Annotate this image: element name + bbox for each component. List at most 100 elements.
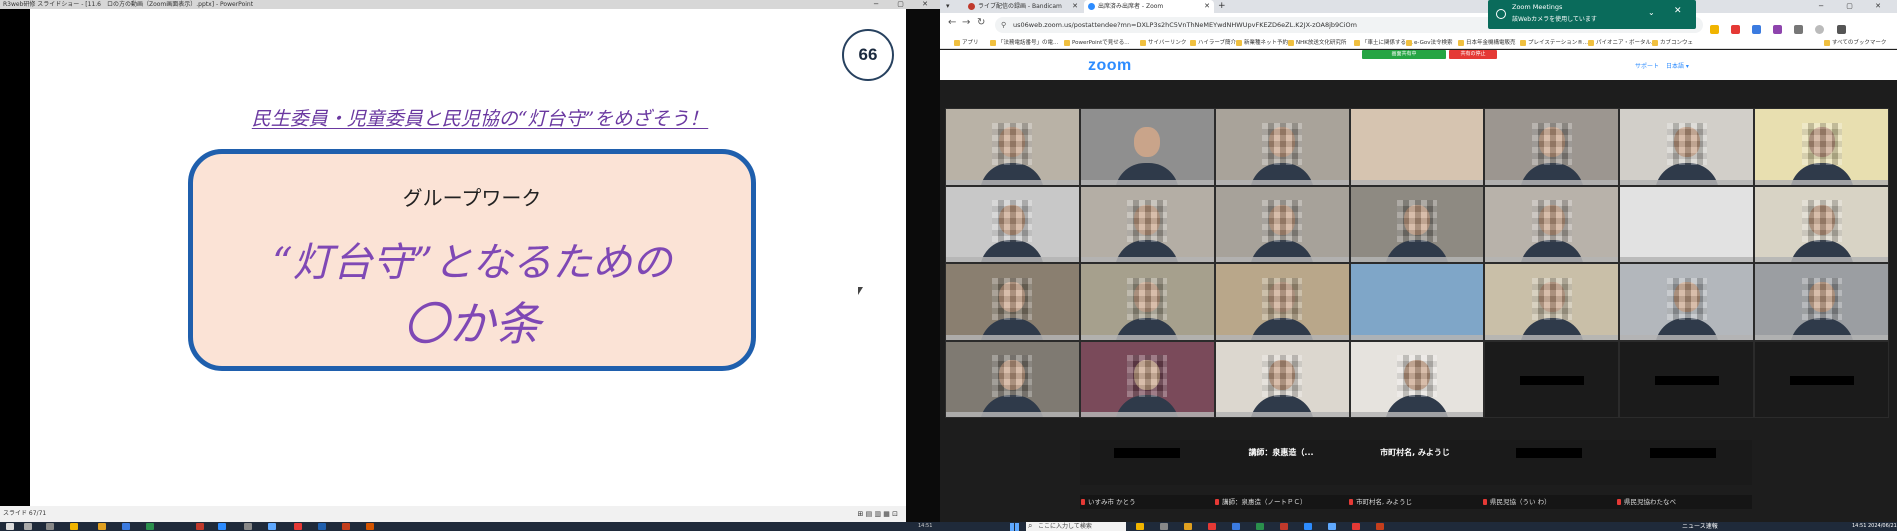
zoom-notification-toast[interactable]: Zoom Meetings 該Webカメラを使用しています ⌄ ✕ <box>1488 0 1696 29</box>
site-info-icon[interactable]: ⚲ <box>1001 17 1006 33</box>
language-select[interactable]: 日本語 ▾ <box>1666 61 1689 70</box>
video-tile[interactable] <box>946 186 1079 262</box>
name-slot[interactable]: 講師：泉惠造（... <box>1214 440 1348 485</box>
task-view-icon[interactable] <box>46 523 54 530</box>
powerpoint-icon[interactable] <box>342 523 350 530</box>
video-tile[interactable] <box>1620 186 1754 262</box>
video-tile[interactable] <box>1755 109 1888 185</box>
app-icon[interactable] <box>268 523 276 530</box>
edge-icon[interactable] <box>122 523 130 530</box>
video-tile[interactable] <box>1080 341 1214 417</box>
new-tab-button[interactable]: + <box>1218 0 1226 13</box>
video-tile[interactable] <box>1350 264 1484 340</box>
bookmark-item[interactable]: ハイラーブ簡介 <box>1190 37 1236 49</box>
video-tile[interactable] <box>1755 264 1888 340</box>
video-tile[interactable] <box>946 341 1079 417</box>
video-tile[interactable] <box>1755 341 1888 417</box>
extensions-puzzle-icon[interactable] <box>1794 25 1804 34</box>
close-tab-icon[interactable]: ✕ <box>1072 0 1078 13</box>
zoom-icon[interactable] <box>1304 523 1312 530</box>
windows-start-icon[interactable] <box>1010 522 1019 531</box>
video-tile[interactable] <box>946 109 1079 185</box>
bookmark-item[interactable]: 日本年金機構電販売 <box>1458 37 1516 49</box>
news-widget[interactable]: ニュース速報 <box>1682 522 1718 531</box>
file-explorer-icon[interactable] <box>1184 523 1192 530</box>
bookmark-item[interactable]: e-Gov法令検索 <box>1406 37 1452 49</box>
bookmark-item[interactable]: 新業種ネット予約 <box>1236 37 1288 49</box>
bookmark-item[interactable]: すべてのブックマーク <box>1824 37 1886 49</box>
chrome-icon[interactable] <box>1352 523 1360 530</box>
close-tab-icon[interactable]: ✕ <box>1204 0 1210 13</box>
menu-kebab-icon[interactable] <box>1836 25 1846 34</box>
video-tile[interactable] <box>1215 341 1349 417</box>
extension-red-icon[interactable] <box>1731 25 1741 34</box>
bookmark-item[interactable]: NHK放送文化研究所 <box>1288 37 1346 49</box>
bookmark-item[interactable]: PowerPointで見せる... <box>1064 37 1130 49</box>
video-tile[interactable] <box>1215 264 1349 340</box>
bookmark-item[interactable]: 「車土に関係する ... <box>1354 37 1413 49</box>
back-arrow-icon[interactable]: ← <box>948 17 956 28</box>
window-controls-icon[interactable]: − ▢ ✕ <box>1818 0 1891 13</box>
system-clock[interactable]: 14:51 2024/06/21 <box>1852 522 1897 531</box>
video-tile[interactable] <box>946 264 1079 340</box>
bookmark-item[interactable]: カブコンウェ <box>1652 37 1693 49</box>
window-controls-icon[interactable]: − ▢ ✕ <box>873 0 936 9</box>
app-icon[interactable] <box>366 523 374 530</box>
bookmark-item[interactable]: アプリ <box>954 37 979 49</box>
stop-share-button[interactable]: 共有の停止 <box>1449 50 1497 59</box>
app-icon[interactable] <box>1256 523 1264 530</box>
video-tile[interactable] <box>1215 186 1349 262</box>
video-tile[interactable] <box>1620 109 1754 185</box>
forward-arrow-icon[interactable]: → <box>962 17 970 28</box>
taskbar-search-input[interactable]: ここに入力して検索 <box>1026 521 1126 531</box>
video-tile[interactable] <box>1485 341 1619 417</box>
app-icon[interactable] <box>146 523 154 530</box>
video-tile[interactable] <box>1485 109 1619 185</box>
chrome-icon[interactable] <box>294 523 302 530</box>
search-icon[interactable] <box>24 523 32 530</box>
tab-bandicam[interactable]: ライブ配信の録画 - Bandicam ✕ <box>964 0 1082 13</box>
video-tile[interactable] <box>1485 264 1619 340</box>
tab-search-icon[interactable]: ▾ <box>946 0 950 13</box>
video-tile[interactable] <box>1755 186 1888 262</box>
bandicam-icon[interactable] <box>1280 523 1288 530</box>
app-icon[interactable] <box>1328 523 1336 530</box>
video-tile[interactable] <box>1080 264 1214 340</box>
app-icon[interactable] <box>244 523 252 530</box>
video-tile[interactable] <box>1350 109 1484 185</box>
extension-purple-icon[interactable] <box>1773 25 1783 34</box>
edge-icon[interactable] <box>1232 523 1240 530</box>
video-tile[interactable] <box>1620 264 1754 340</box>
name-slot[interactable] <box>1616 440 1750 485</box>
video-tile[interactable] <box>1350 186 1484 262</box>
zoom-icon[interactable] <box>218 523 226 530</box>
bookmark-item[interactable]: 「法務電話番号」の電... <box>990 37 1058 49</box>
video-tile[interactable] <box>1215 109 1349 185</box>
reload-icon[interactable]: ↻ <box>977 17 985 28</box>
start-icon[interactable] <box>6 523 14 530</box>
video-tile[interactable] <box>1620 341 1754 417</box>
bookmark-item[interactable]: プレイステーション®... <box>1520 37 1588 49</box>
name-slot[interactable]: 市町村名, みようじ <box>1348 440 1482 485</box>
task-view-icon[interactable] <box>1160 523 1168 530</box>
app-icon[interactable] <box>318 523 326 530</box>
bandicam-icon[interactable] <box>196 523 204 530</box>
tab-zoom[interactable]: 出席済み出席者 - Zoom ✕ <box>1084 0 1214 13</box>
bookmark-item[interactable]: パイオニア・ボータル... <box>1588 37 1656 49</box>
chevron-down-icon[interactable]: ⌄ <box>1648 8 1655 17</box>
name-slot[interactable] <box>1080 440 1214 485</box>
video-tile[interactable] <box>1350 341 1484 417</box>
zoom-logo[interactable]: zoom <box>1088 57 1132 75</box>
view-buttons-icon[interactable]: ⊞ ▤ ▥ ▦ ⊡ <box>858 506 898 522</box>
file-explorer-icon[interactable] <box>70 523 78 530</box>
video-tile[interactable] <box>1080 186 1214 262</box>
profile-avatar-icon[interactable] <box>1815 25 1825 34</box>
bookmark-item[interactable]: サイバーリンク <box>1140 37 1186 49</box>
app-icon[interactable] <box>98 523 106 530</box>
video-tile[interactable] <box>1485 186 1619 262</box>
close-icon[interactable]: ✕ <box>1674 6 1682 16</box>
powerpoint-icon[interactable] <box>1376 523 1384 530</box>
support-link[interactable]: サポート <box>1635 61 1659 70</box>
app-icon[interactable] <box>1208 523 1216 530</box>
video-tile[interactable] <box>1080 109 1214 185</box>
